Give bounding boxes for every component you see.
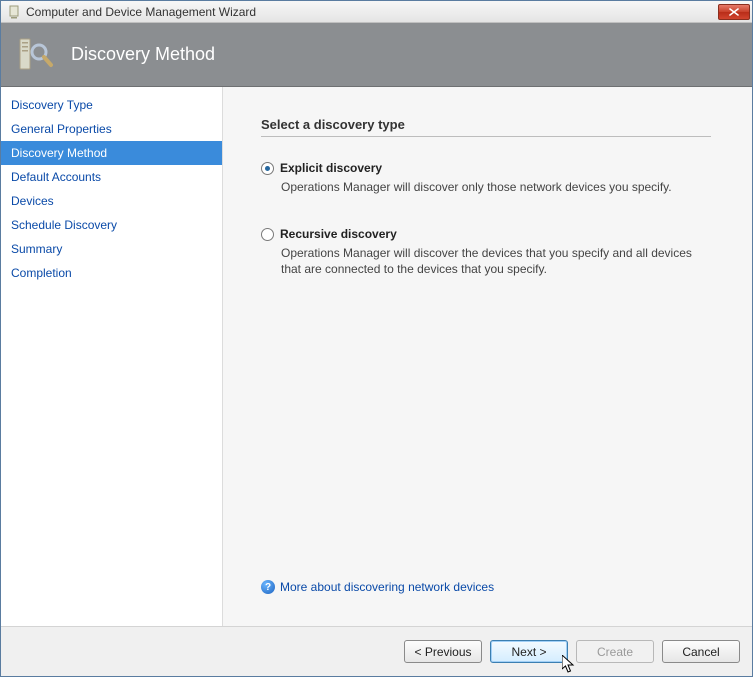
sidebar-item-default-accounts[interactable]: Default Accounts xyxy=(1,165,222,189)
close-button[interactable] xyxy=(718,4,750,20)
titlebar: Computer and Device Management Wizard xyxy=(1,1,752,23)
radio-explicit[interactable] xyxy=(261,162,274,175)
previous-button[interactable]: < Previous xyxy=(404,640,482,663)
sidebar-item-summary[interactable]: Summary xyxy=(1,237,222,261)
wizard-header-title: Discovery Method xyxy=(71,44,215,65)
sidebar-item-schedule-discovery[interactable]: Schedule Discovery xyxy=(1,213,222,237)
help-link-row: ? More about discovering network devices xyxy=(261,580,494,594)
radio-recursive[interactable] xyxy=(261,228,274,241)
app-icon xyxy=(7,5,21,19)
wizard-body: Discovery Type General Properties Discov… xyxy=(1,87,752,626)
option-explicit-description: Operations Manager will discover only th… xyxy=(281,179,701,195)
sidebar-item-discovery-method[interactable]: Discovery Method xyxy=(1,141,222,165)
option-explicit: Explicit discovery Operations Manager wi… xyxy=(261,161,730,195)
next-button[interactable]: Next > xyxy=(490,640,568,663)
option-recursive-description: Operations Manager will discover the dev… xyxy=(281,245,701,277)
create-button: Create xyxy=(576,640,654,663)
wizard-header: Discovery Method xyxy=(1,23,752,87)
help-icon: ? xyxy=(261,580,275,594)
radio-explicit-label[interactable]: Explicit discovery xyxy=(280,161,382,175)
sidebar-item-general-properties[interactable]: General Properties xyxy=(1,117,222,141)
content-heading: Select a discovery type xyxy=(261,117,711,137)
wizard-window: Computer and Device Management Wizard Di… xyxy=(0,0,753,677)
window-title: Computer and Device Management Wizard xyxy=(26,5,718,19)
wizard-header-icon xyxy=(17,35,57,75)
option-recursive: Recursive discovery Operations Manager w… xyxy=(261,227,730,277)
wizard-content: Select a discovery type Explicit discove… xyxy=(223,87,752,626)
radio-recursive-label[interactable]: Recursive discovery xyxy=(280,227,397,241)
help-link[interactable]: More about discovering network devices xyxy=(280,580,494,594)
wizard-footer: < Previous Next > Create Cancel xyxy=(1,626,752,676)
cancel-button[interactable]: Cancel xyxy=(662,640,740,663)
sidebar-item-completion[interactable]: Completion xyxy=(1,261,222,285)
sidebar-item-discovery-type[interactable]: Discovery Type xyxy=(1,93,222,117)
wizard-sidebar: Discovery Type General Properties Discov… xyxy=(1,87,223,626)
sidebar-item-devices[interactable]: Devices xyxy=(1,189,222,213)
